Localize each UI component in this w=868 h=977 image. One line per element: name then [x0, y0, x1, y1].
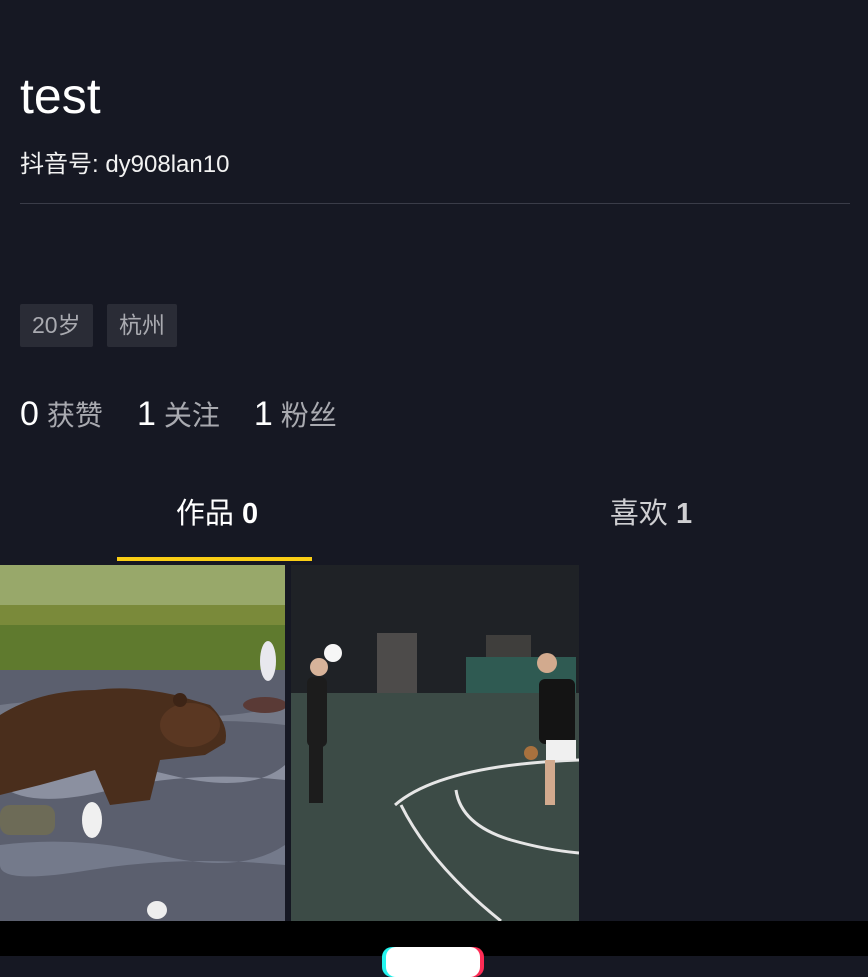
username: test [20, 68, 101, 124]
stat-likes-received[interactable]: 0 获赞 [20, 394, 103, 434]
stat-followers-count: 1 [253, 395, 273, 433]
stat-following-count: 1 [136, 395, 156, 433]
stat-following[interactable]: 1 关注 [137, 394, 220, 434]
stats-row: 0 获赞 1 关注 1 粉丝 [20, 394, 371, 434]
stat-followers-label: 粉丝 [280, 400, 337, 431]
location-tag: 杭州 [107, 304, 177, 347]
bear-thumbnail-image [0, 565, 285, 921]
stat-following-label: 关注 [163, 400, 220, 431]
tab-indicator [117, 557, 312, 561]
stat-likes-count: 0 [20, 395, 39, 433]
divider [20, 203, 850, 204]
video-thumbnail-bear[interactable] [0, 565, 285, 921]
age-tag: 20岁 [20, 304, 93, 347]
tab-works[interactable]: 作品 0 [0, 492, 434, 536]
add-video-button[interactable] [386, 947, 480, 977]
tab-likes-label: 喜欢 [609, 498, 668, 530]
stat-followers[interactable]: 1 粉丝 [254, 394, 337, 434]
video-thumbnail-basketball[interactable] [291, 565, 579, 921]
video-grid [0, 565, 868, 921]
basketball-thumbnail-image [291, 565, 579, 921]
tab-works-label: 作品 [175, 498, 234, 530]
tab-likes[interactable]: 喜欢 1 [434, 492, 868, 536]
tab-works-count: 0 [241, 498, 259, 530]
tab-likes-count: 1 [675, 498, 693, 530]
douyin-id: 抖音号: dy908lan10 [20, 151, 230, 178]
stat-likes-label: 获赞 [46, 400, 103, 431]
